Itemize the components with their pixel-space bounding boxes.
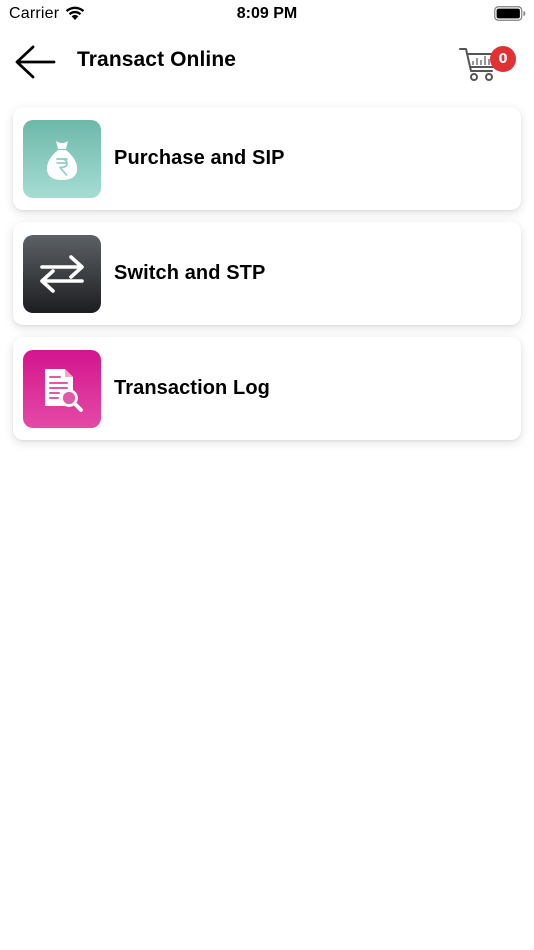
- menu-item-transaction-log[interactable]: Transaction Log: [13, 337, 521, 440]
- menu-item-label: Purchase and SIP: [114, 147, 285, 169]
- menu-item-purchase-and-sip[interactable]: Purchase and SIP: [13, 107, 521, 210]
- back-arrow-icon: [15, 45, 56, 79]
- app-header: Transact Online 0: [0, 32, 534, 92]
- money-bag-rupee-icon: [23, 120, 101, 198]
- menu-item-switch-and-stp[interactable]: Switch and STP: [13, 222, 521, 325]
- cart-count-badge: 0: [490, 46, 516, 72]
- document-search-icon: [23, 350, 101, 428]
- transact-menu-list: Purchase and SIP Switch and STP Transact…: [13, 107, 521, 452]
- cart-button[interactable]: 0: [459, 44, 520, 84]
- status-time: 8:09 PM: [236, 5, 298, 22]
- page-title: Transact Online: [77, 48, 237, 71]
- battery-icon: [494, 6, 526, 21]
- menu-item-label: Switch and STP: [114, 262, 266, 284]
- menu-item-label: Transaction Log: [114, 377, 270, 399]
- back-button[interactable]: [13, 42, 57, 82]
- swap-arrows-icon: [23, 235, 101, 313]
- status-bar: Carrier 8:09 PM: [0, 0, 534, 28]
